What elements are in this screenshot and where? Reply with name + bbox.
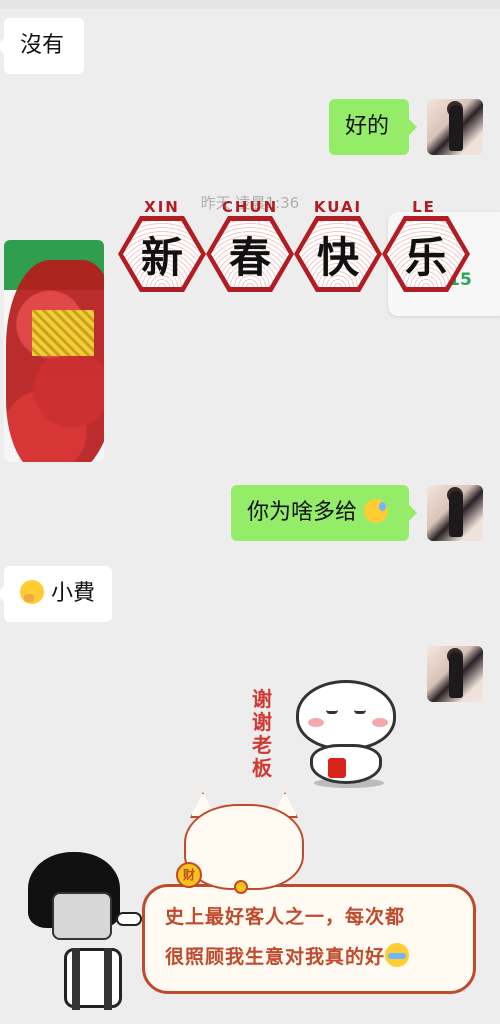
pinyin-label: KUAI: [313, 198, 363, 216]
image-message[interactable]: [4, 240, 104, 462]
self-avatar[interactable]: [427, 485, 483, 541]
sweat-smile-emoji-icon: [364, 499, 389, 523]
top-divider: [0, 0, 500, 9]
thinking-emoji-icon: [20, 580, 44, 604]
scroll-line: 很照顾我生意对我真的好: [165, 937, 465, 977]
crying-emoji-icon: [385, 943, 410, 967]
message-bubble-incoming[interactable]: 小費: [0, 566, 112, 622]
scroll-line: 史上最好客人之一，每次都: [165, 906, 406, 928]
new-year-banner: XIN CHUN KUAI LE 新 春 快 乐: [118, 198, 474, 294]
message-bubble-incoming[interactable]: 沒有: [0, 18, 84, 74]
message-bubble-outgoing[interactable]: 你为啥多给: [231, 485, 417, 541]
red-envelope-icon: [328, 758, 346, 778]
pinyin-label: XIN: [144, 198, 180, 216]
banner-hexagon: 春: [206, 216, 294, 292]
message-bubble-outgoing[interactable]: 好的: [329, 99, 417, 155]
praise-scroll-sticker[interactable]: 史上最好客人之一，每次都 很照顾我生意对我真的好: [142, 884, 476, 994]
self-avatar[interactable]: [427, 646, 483, 702]
self-avatar[interactable]: [427, 99, 483, 155]
banner-hexagon: 新: [118, 216, 206, 292]
pinyin-label: LE: [412, 198, 436, 216]
coin-icon: 财: [176, 862, 202, 888]
banner-char: 乐: [387, 221, 465, 287]
banner-hexagon: 快: [294, 216, 382, 292]
pinyin-label: CHUN: [221, 198, 279, 216]
message-text: 沒有: [20, 33, 65, 58]
meme-boy-sticker: [24, 852, 146, 1012]
message-text: 小費: [51, 581, 96, 606]
banner-char: 春: [211, 221, 289, 287]
gold-fu-sticker: [32, 310, 94, 356]
message-text: 好的: [345, 114, 390, 139]
message-text: 你为啥多给: [247, 500, 358, 525]
banner-char: 快: [299, 221, 377, 287]
lucky-cat-sticker: 财: [176, 792, 316, 900]
bell-icon: [234, 880, 248, 894]
bun-character-sticker[interactable]: [284, 680, 400, 790]
pointing-hand-icon: [116, 912, 142, 926]
banner-hexagon: 乐: [382, 216, 470, 292]
thanks-boss-text: 谢谢老板: [252, 687, 272, 780]
red-sticker: [6, 260, 104, 462]
banner-char: 新: [123, 221, 201, 287]
